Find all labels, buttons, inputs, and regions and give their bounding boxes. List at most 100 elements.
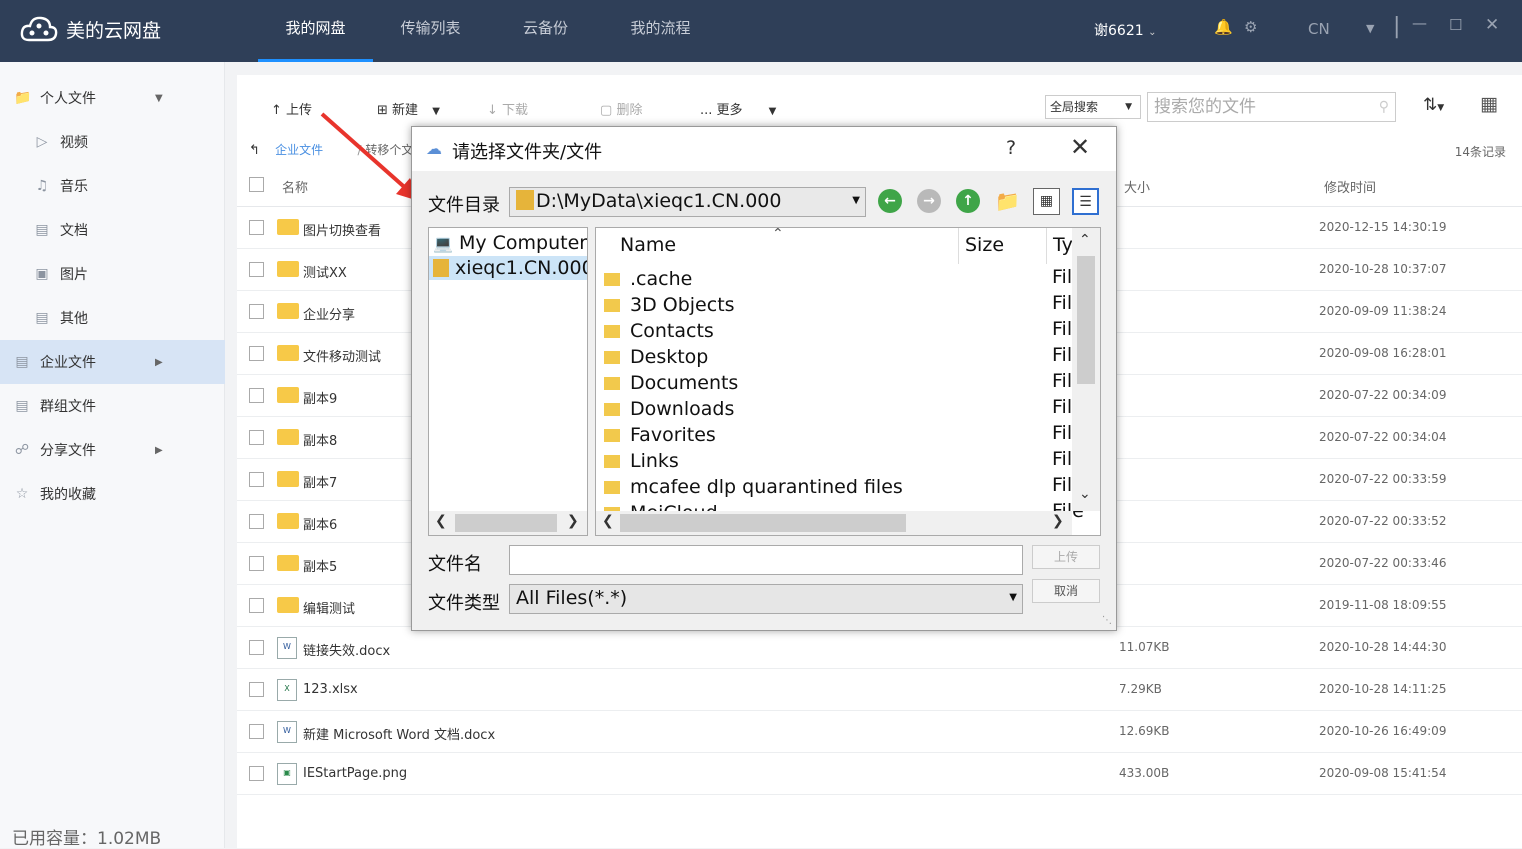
column-size[interactable]: Size bbox=[965, 234, 1004, 256]
dialog-file-item[interactable]: Contacts bbox=[604, 318, 714, 344]
sidebar-item-other[interactable]: ▤ 其他 bbox=[0, 296, 225, 340]
column-time[interactable]: 修改时间 bbox=[1324, 177, 1376, 196]
sidebar-item-share[interactable]: ☍ 分享文件 ▶ bbox=[0, 428, 225, 472]
scroll-thumb[interactable] bbox=[620, 514, 906, 532]
file-name[interactable]: 副本8 bbox=[303, 430, 337, 449]
table-row[interactable]: X 123.xlsx 7.29KB 2020-10-28 14:11:25 bbox=[237, 669, 1522, 711]
vscroll[interactable]: ⌃ ⌄ bbox=[1072, 228, 1100, 511]
up-nav-icon[interactable]: ↑ bbox=[956, 189, 980, 213]
dropdown-icon[interactable]: ▼ bbox=[1366, 22, 1374, 35]
hscroll[interactable]: ❮ ❯ bbox=[596, 511, 1072, 535]
scroll-right-icon[interactable]: ❯ bbox=[1052, 513, 1064, 529]
detail-view-icon[interactable]: ☰ bbox=[1072, 188, 1099, 215]
row-checkbox[interactable] bbox=[249, 514, 264, 529]
tab-my-disk[interactable]: 我的网盘 bbox=[258, 0, 373, 62]
scroll-right-icon[interactable]: ❯ bbox=[567, 513, 579, 529]
tree-item-user-folder[interactable]: xieqc1.CN.000 bbox=[429, 256, 587, 280]
grid-view-icon[interactable]: ▦ bbox=[1480, 93, 1498, 115]
language-label[interactable]: CN bbox=[1308, 20, 1330, 38]
file-name[interactable]: 副本5 bbox=[303, 556, 337, 575]
dialog-cancel-button[interactable]: 取消 bbox=[1032, 579, 1100, 603]
help-button[interactable]: ? bbox=[1006, 137, 1016, 159]
delete-button[interactable]: ▢ 删除 bbox=[600, 99, 642, 118]
column-name[interactable]: 名称 bbox=[282, 177, 308, 196]
directory-combo[interactable]: D:\MyData\xieqc1.CN.000 ▼ bbox=[509, 187, 866, 217]
file-name[interactable]: 123.xlsx bbox=[303, 682, 358, 697]
filetype-select[interactable]: All Files(*.*) ▼ bbox=[509, 584, 1023, 614]
row-checkbox[interactable] bbox=[249, 640, 264, 655]
table-row[interactable]: W 链接失效.docx 11.07KB 2020-10-28 14:44:30 bbox=[237, 627, 1522, 669]
user-menu[interactable]: 谢6621 ⌄ bbox=[1094, 20, 1156, 40]
scroll-thumb[interactable] bbox=[1077, 256, 1095, 384]
column-name[interactable]: Name bbox=[620, 234, 676, 256]
dialog-file-item[interactable]: Links bbox=[604, 448, 679, 474]
dialog-file-item[interactable]: mcafee dlp quarantined files bbox=[604, 474, 903, 500]
row-checkbox[interactable] bbox=[249, 724, 264, 739]
tree-hscroll[interactable]: ❮ ❯ bbox=[429, 511, 587, 535]
row-checkbox[interactable] bbox=[249, 766, 264, 781]
tab-transfer-list[interactable]: 传输列表 bbox=[373, 0, 488, 62]
search-scope-select[interactable]: 全局搜索 ▼ bbox=[1045, 95, 1141, 119]
dialog-file-item[interactable]: Desktop bbox=[604, 344, 708, 370]
sidebar-item-music[interactable]: ♫ 音乐 bbox=[0, 164, 225, 208]
scroll-left-icon[interactable]: ❮ bbox=[602, 513, 614, 529]
tab-cloud-backup[interactable]: 云备份 bbox=[488, 0, 603, 62]
file-name[interactable]: 企业分享 bbox=[303, 304, 355, 323]
dialog-file-item[interactable]: 3D Objects bbox=[604, 292, 735, 318]
gear-icon[interactable]: ⚙ bbox=[1244, 18, 1257, 36]
column-size[interactable]: 大小 bbox=[1124, 177, 1150, 196]
sidebar-item-favorites[interactable]: ☆ 我的收藏 bbox=[0, 472, 225, 516]
upload-button[interactable]: ↑ 上传 bbox=[271, 99, 312, 118]
sidebar-item-images[interactable]: ▣ 图片 bbox=[0, 252, 225, 296]
bell-icon[interactable]: 🔔 bbox=[1214, 18, 1233, 36]
file-name[interactable]: 图片切换查看 bbox=[303, 220, 381, 239]
row-checkbox[interactable] bbox=[249, 598, 264, 613]
table-row[interactable]: ▣ IEStartPage.png 433.00B 2020-09-08 15:41:… bbox=[237, 753, 1522, 795]
sidebar-item-personal[interactable]: 📁 个人文件 ▼ bbox=[0, 76, 225, 120]
sort-icon[interactable]: ⇅▼ bbox=[1423, 95, 1444, 115]
table-row[interactable]: W 新建 Microsoft Word 文档.docx 12.69KB 2020-10… bbox=[237, 711, 1522, 753]
row-checkbox[interactable] bbox=[249, 262, 264, 277]
sidebar-item-video[interactable]: ▷ 视频 bbox=[0, 120, 225, 164]
sidebar-item-documents[interactable]: ▤ 文档 bbox=[0, 208, 225, 252]
row-checkbox[interactable] bbox=[249, 388, 264, 403]
back-nav-icon[interactable]: ← bbox=[878, 189, 902, 213]
dialog-file-item[interactable]: Downloads bbox=[604, 396, 734, 422]
sidebar-item-group[interactable]: ▤ 群组文件 bbox=[0, 384, 225, 428]
scroll-thumb[interactable] bbox=[455, 514, 557, 532]
icon-view-icon[interactable]: ▦ bbox=[1033, 188, 1060, 215]
dialog-file-item[interactable]: Favorites bbox=[604, 422, 716, 448]
file-name[interactable]: 副本7 bbox=[303, 472, 337, 491]
file-name[interactable]: IEStartPage.png bbox=[303, 766, 407, 781]
scroll-left-icon[interactable]: ❮ bbox=[435, 513, 447, 529]
file-name[interactable]: 文件移动测试 bbox=[303, 346, 381, 365]
dialog-close-icon[interactable]: ✕ bbox=[1070, 133, 1090, 161]
download-button[interactable]: ↓ 下载 bbox=[487, 99, 528, 118]
tree-item-my-computer[interactable]: 💻 My Computer bbox=[433, 231, 587, 255]
row-checkbox[interactable] bbox=[249, 346, 264, 361]
dialog-upload-button[interactable]: 上传 bbox=[1032, 545, 1100, 569]
file-name[interactable]: 测试XX bbox=[303, 262, 347, 281]
scroll-down-icon[interactable]: ⌄ bbox=[1079, 486, 1091, 502]
minimize-icon[interactable]: — bbox=[1412, 14, 1427, 32]
scroll-up-icon[interactable]: ⌃ bbox=[1079, 232, 1091, 248]
select-all-checkbox[interactable] bbox=[249, 177, 264, 192]
new-folder-icon[interactable]: 📁 bbox=[995, 189, 1020, 213]
close-icon[interactable]: ✕ bbox=[1485, 15, 1499, 35]
sidebar-item-enterprise[interactable]: ▤ 企业文件 ▶ bbox=[0, 340, 225, 384]
filename-input[interactable] bbox=[509, 545, 1023, 575]
breadcrumb-root[interactable]: 企业文件 bbox=[275, 143, 323, 157]
more-button[interactable]: ... 更多 ▼ bbox=[700, 99, 776, 118]
row-checkbox[interactable] bbox=[249, 430, 264, 445]
file-name[interactable]: 副本9 bbox=[303, 388, 337, 407]
row-checkbox[interactable] bbox=[249, 472, 264, 487]
row-checkbox[interactable] bbox=[249, 682, 264, 697]
search-input[interactable]: 搜索您的文件 ⚲ bbox=[1147, 92, 1396, 122]
row-checkbox[interactable] bbox=[249, 304, 264, 319]
file-name[interactable]: 链接失效.docx bbox=[303, 640, 390, 659]
row-checkbox[interactable] bbox=[249, 556, 264, 571]
file-name[interactable]: 编辑测试 bbox=[303, 598, 355, 617]
forward-nav-icon[interactable]: → bbox=[917, 189, 941, 213]
column-type[interactable]: Ty bbox=[1053, 234, 1073, 256]
back-icon[interactable]: ↰ bbox=[249, 143, 260, 158]
